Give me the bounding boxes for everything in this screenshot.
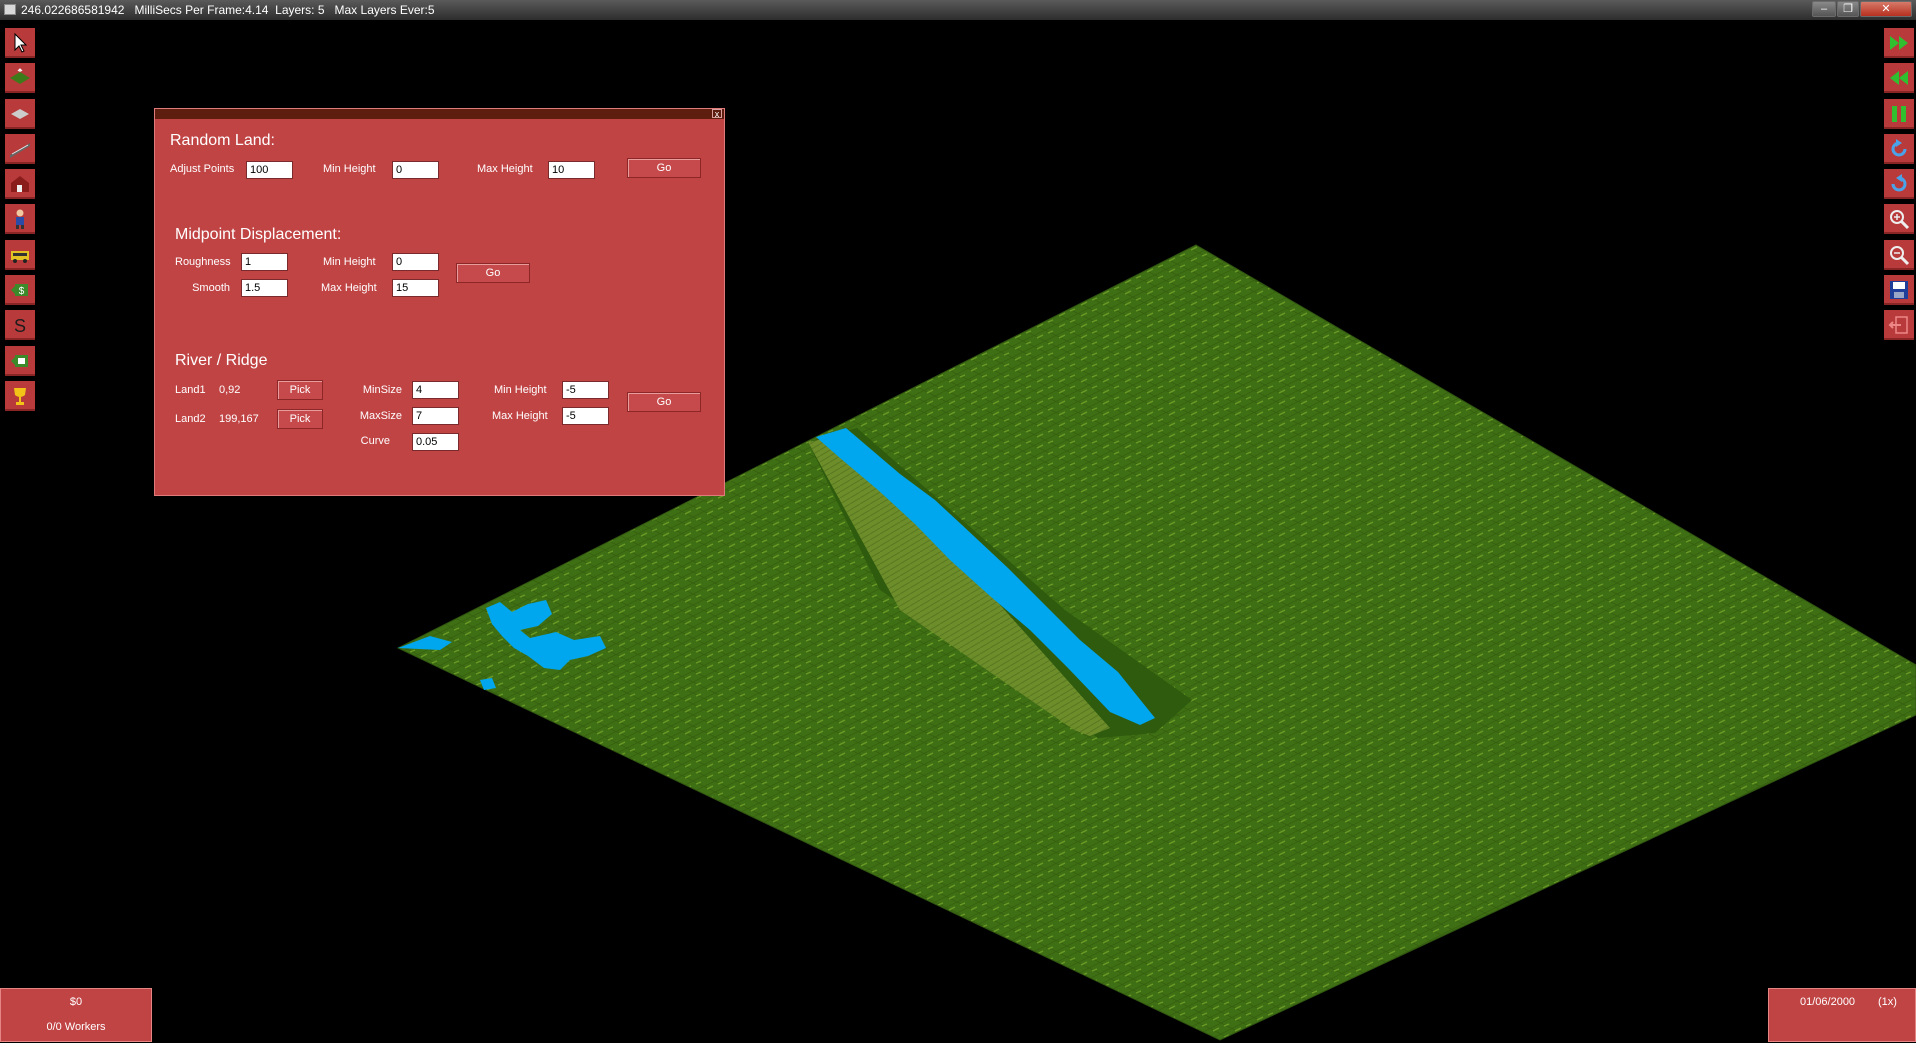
raise-land-button[interactable]	[5, 63, 35, 94]
panel-close-button[interactable]: x	[712, 109, 722, 119]
zoom-out-icon	[1890, 245, 1910, 265]
midpoint-max-height-field[interactable]: 15	[392, 279, 439, 297]
curve-field[interactable]: 0.05	[412, 433, 459, 451]
exit-button[interactable]	[1884, 310, 1914, 341]
midpoint-title: Midpoint Displacement:	[175, 226, 342, 243]
pointer-icon	[14, 32, 28, 53]
land1-value: 0,92	[219, 384, 241, 396]
river-min-height-field[interactable]: -5	[562, 381, 609, 399]
left-toolbar: $ S	[5, 28, 35, 416]
fast-forward-button[interactable]	[1884, 28, 1914, 58]
maxsize-field[interactable]: 7	[412, 407, 459, 425]
random-min-height-label: Min Height	[323, 163, 376, 175]
minimize-button[interactable]: –	[1812, 1, 1836, 17]
pause-icon	[1892, 105, 1906, 122]
land2-value: 199,167	[219, 413, 259, 425]
rotate-right-button[interactable]	[1884, 169, 1914, 200]
river-max-height-label: Max Height	[492, 410, 548, 422]
midpoint-min-height-label: Min Height	[323, 256, 376, 268]
stats-s-icon: S	[14, 316, 26, 336]
panel-title-bar[interactable]	[155, 109, 724, 119]
rotate-left-button[interactable]	[1884, 133, 1914, 164]
svg-text:$: $	[19, 286, 25, 297]
roughness-field[interactable]: 1	[241, 253, 288, 271]
random-max-height-field[interactable]: 10	[548, 161, 595, 179]
land1-pick-button[interactable]: Pick	[277, 380, 323, 400]
date-status: 01/06/2000 (1x)	[1768, 988, 1916, 1042]
title-bar: 246.022686581942 MilliSecs Per Frame:4.1…	[0, 0, 1916, 20]
save-button[interactable]	[1884, 275, 1914, 306]
save-icon	[1890, 281, 1908, 300]
exit-icon	[1888, 316, 1908, 335]
river-min-height-label: Min Height	[494, 384, 547, 396]
river-max-height-field[interactable]: -5	[562, 407, 609, 425]
budget-icon	[11, 354, 28, 367]
svg-text:S: S	[14, 316, 26, 336]
money-amount: $0	[69, 996, 83, 1008]
random-land-go-button[interactable]: Go	[627, 158, 701, 178]
land2-pick-button[interactable]: Pick	[277, 409, 323, 429]
adjust-points-label: Adjust Points	[170, 163, 235, 175]
trophy-icon	[14, 387, 26, 405]
zoom-out-button[interactable]	[1884, 239, 1914, 270]
maxsize-label: MaxSize	[359, 410, 402, 422]
right-toolbar	[1884, 28, 1914, 346]
smooth-field[interactable]: 1.5	[241, 279, 288, 297]
app-icon	[4, 4, 16, 15]
minsize-label: MinSize	[362, 384, 402, 396]
workers-count: 0/0 Workers	[46, 1021, 106, 1033]
vehicle-button[interactable]	[5, 239, 35, 270]
game-speed: (1x)	[1878, 996, 1897, 1008]
achievements-button[interactable]	[5, 380, 35, 411]
flatten-land-icon	[11, 108, 29, 119]
random-max-height-label: Max Height	[477, 163, 533, 175]
zoom-in-button[interactable]	[1884, 204, 1914, 235]
midpoint-min-height-field[interactable]: 0	[392, 253, 439, 271]
river-go-button[interactable]: Go	[627, 392, 701, 412]
terrain-generator-panel: x Random Land: Adjust Points 100 Min Hei…	[154, 108, 725, 496]
worker-icon	[16, 209, 24, 230]
restore-button[interactable]: ❐	[1837, 1, 1859, 17]
building-button[interactable]	[5, 169, 35, 200]
rotate-left-icon	[1891, 138, 1907, 157]
rewind-icon	[1890, 71, 1908, 86]
random-land-title: Random Land:	[170, 132, 275, 149]
raise-land-icon	[10, 68, 30, 85]
vehicle-icon	[11, 250, 29, 263]
rotate-right-icon	[1891, 174, 1907, 192]
current-date: 01/06/2000	[1800, 996, 1856, 1008]
land2-label: Land2	[175, 413, 206, 425]
funds-status: $0 0/0 Workers	[0, 988, 152, 1042]
curve-label: Curve	[360, 435, 390, 447]
money-icon: $	[11, 284, 28, 297]
zoom-in-icon	[1890, 210, 1910, 230]
roughness-label: Roughness	[175, 256, 231, 268]
river-ridge-title: River / Ridge	[175, 352, 268, 369]
road-icon	[10, 142, 30, 158]
minsize-field[interactable]: 4	[412, 381, 459, 399]
smooth-label: Smooth	[192, 282, 230, 294]
close-window-button[interactable]: ✕	[1860, 1, 1912, 17]
adjust-points-field[interactable]: 100	[246, 161, 293, 179]
midpoint-go-button[interactable]: Go	[456, 263, 530, 283]
flatten-land-button[interactable]	[5, 98, 35, 129]
budget-button[interactable]	[5, 345, 35, 376]
pause-button[interactable]	[1884, 98, 1914, 129]
title-text: 246.022686581942 MilliSecs Per Frame:4.1…	[21, 3, 435, 17]
stats-button[interactable]: S	[5, 310, 35, 341]
fast-forward-icon	[1890, 36, 1908, 50]
land1-label: Land1	[175, 384, 206, 396]
house-icon	[11, 176, 29, 193]
random-min-height-field[interactable]: 0	[392, 161, 439, 179]
money-button[interactable]: $	[5, 275, 35, 306]
rewind-button[interactable]	[1884, 63, 1914, 94]
road-button[interactable]	[5, 133, 35, 164]
pointer-tool-button[interactable]	[5, 28, 35, 58]
midpoint-max-height-label: Max Height	[321, 282, 377, 294]
worker-button[interactable]	[5, 204, 35, 235]
